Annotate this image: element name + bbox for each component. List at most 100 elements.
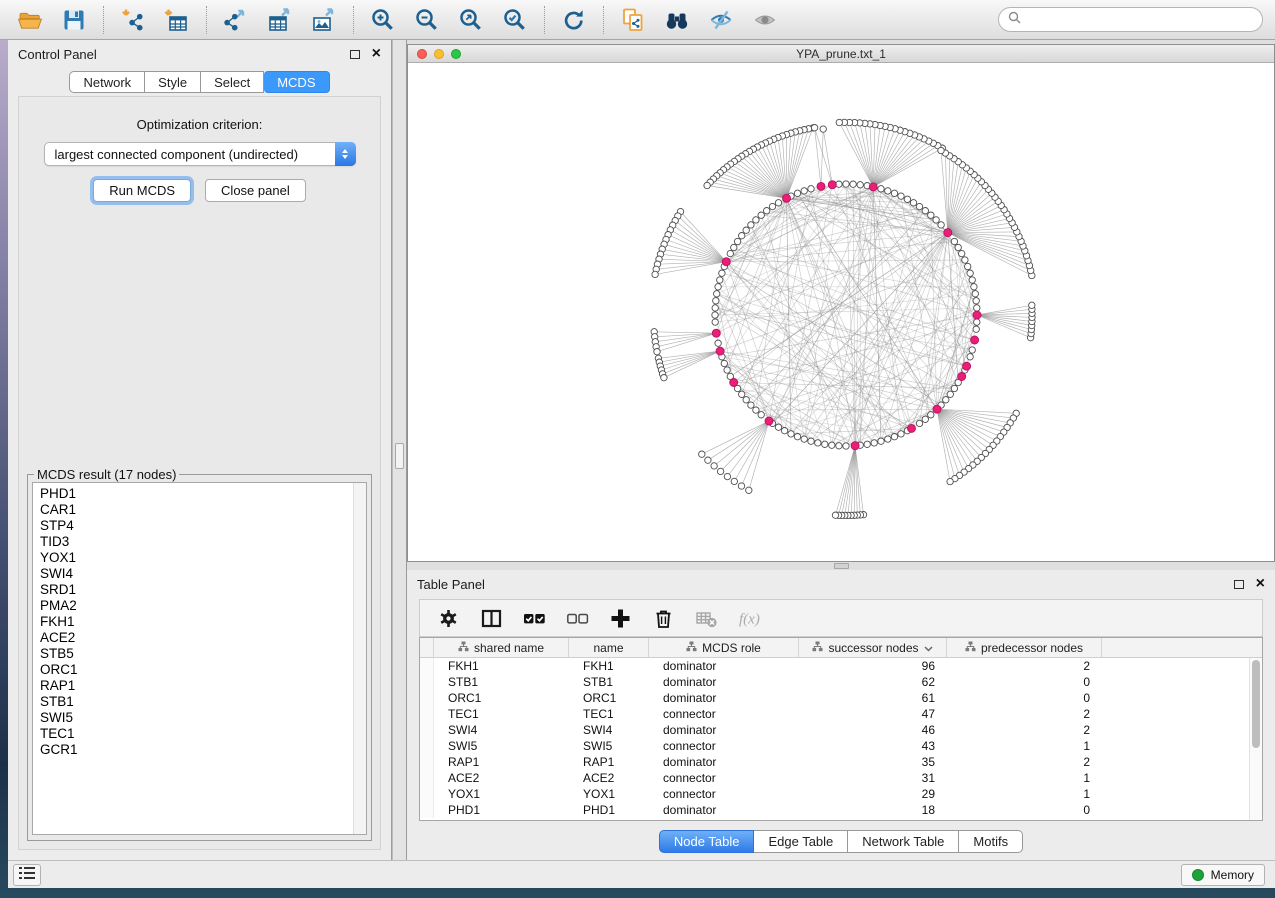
- float-panel-icon[interactable]: [350, 50, 360, 59]
- scrollbar-thumb[interactable]: [1252, 660, 1260, 748]
- table-row[interactable]: TEC1TEC1connector472: [420, 706, 1262, 722]
- export-table-icon[interactable]: [262, 4, 298, 36]
- status-bar: Memory: [8, 860, 1275, 888]
- zoom-selected-icon[interactable]: [497, 4, 533, 36]
- column-header-name[interactable]: name: [569, 638, 649, 657]
- first-neighbors-icon[interactable]: [659, 4, 695, 36]
- mcds-result-item[interactable]: FKH1: [40, 614, 353, 630]
- show-panels-button[interactable]: [13, 864, 41, 886]
- splitter-handle[interactable]: [834, 563, 849, 569]
- cell-successor_nodes: 47: [799, 707, 947, 721]
- column-header-successor-nodes[interactable]: successor nodes: [799, 638, 947, 657]
- tab-network-table[interactable]: Network Table: [848, 830, 959, 853]
- select-all-columns-icon[interactable]: [519, 603, 549, 633]
- clone-network-icon[interactable]: [615, 4, 651, 36]
- mcds-result-item[interactable]: PMA2: [40, 598, 353, 614]
- mcds-result-item[interactable]: TEC1: [40, 726, 353, 742]
- search-box[interactable]: [998, 7, 1263, 32]
- close-window-icon[interactable]: [417, 49, 427, 59]
- splitter-handle[interactable]: [395, 443, 404, 469]
- network-window: YPA_prune.txt_1: [407, 44, 1275, 562]
- create-column-icon[interactable]: [605, 603, 635, 633]
- cell-name: FKH1: [569, 659, 649, 673]
- cell-predecessor_nodes: 0: [947, 675, 1102, 689]
- horizontal-splitter[interactable]: [407, 562, 1275, 570]
- tab-network[interactable]: Network: [69, 71, 145, 93]
- column-header-predecessor-nodes[interactable]: predecessor nodes: [947, 638, 1102, 657]
- cell-successor_nodes: 18: [799, 803, 947, 817]
- column-header-shared-name[interactable]: shared name: [434, 638, 569, 657]
- tab-style[interactable]: Style: [145, 71, 201, 93]
- export-image-icon[interactable]: [306, 4, 342, 36]
- table-row[interactable]: STB1STB1dominator620: [420, 674, 1262, 690]
- float-panel-icon[interactable]: [1234, 580, 1244, 589]
- close-panel-icon[interactable]: ×: [372, 48, 381, 60]
- mcds-result-item[interactable]: SWI4: [40, 566, 353, 582]
- import-network-icon[interactable]: [115, 4, 151, 36]
- criterion-select[interactable]: largest connected component (undirected): [44, 142, 356, 166]
- export-network-icon[interactable]: [218, 4, 254, 36]
- list-icon: [19, 866, 35, 884]
- table-row[interactable]: ACE2ACE2connector311: [420, 770, 1262, 786]
- mcds-result-item[interactable]: CAR1: [40, 502, 353, 518]
- table-row[interactable]: FKH1FKH1dominator962: [420, 658, 1262, 674]
- deselect-all-columns-icon[interactable]: [562, 603, 592, 633]
- save-session-icon[interactable]: [56, 4, 92, 36]
- cell-mcds_role: connector: [649, 771, 799, 785]
- table-row[interactable]: YOX1YOX1connector291: [420, 786, 1262, 802]
- tab-select[interactable]: Select: [201, 71, 264, 93]
- hide-selected-icon[interactable]: [703, 4, 739, 36]
- mcds-result-item[interactable]: PHD1: [40, 486, 353, 502]
- mcds-result-list[interactable]: PHD1CAR1STP4TID3YOX1SWI4SRD1PMA2FKH1ACE2…: [33, 483, 353, 834]
- cell-successor_nodes: 46: [799, 723, 947, 737]
- table-row[interactable]: PHD1PHD1dominator180: [420, 802, 1262, 818]
- show-all-icon[interactable]: [747, 4, 783, 36]
- table-row[interactable]: RAP1RAP1dominator352: [420, 754, 1262, 770]
- mcds-result-item[interactable]: SRD1: [40, 582, 353, 598]
- cell-mcds_role: connector: [649, 739, 799, 753]
- memory-button[interactable]: Memory: [1181, 864, 1265, 886]
- table-row[interactable]: ORC1ORC1dominator610: [420, 690, 1262, 706]
- mcds-result-item[interactable]: RAP1: [40, 678, 353, 694]
- column-settings-icon[interactable]: [433, 603, 463, 633]
- delete-columns-icon[interactable]: [648, 603, 678, 633]
- apply-preferred-layout-icon[interactable]: [556, 4, 592, 36]
- mcds-result-item[interactable]: STB1: [40, 694, 353, 710]
- table-scrollbar[interactable]: [1249, 658, 1262, 820]
- cell-shared_name: YOX1: [434, 787, 569, 801]
- close-panel-icon[interactable]: ×: [1256, 578, 1265, 590]
- tab-motifs[interactable]: Motifs: [959, 830, 1023, 853]
- column-header-MCDS-role[interactable]: MCDS role: [649, 638, 799, 657]
- zoom-in-icon[interactable]: [365, 4, 401, 36]
- mcds-result-item[interactable]: ORC1: [40, 662, 353, 678]
- result-list-scrollbar[interactable]: [353, 483, 366, 834]
- run-mcds-button[interactable]: Run MCDS: [93, 179, 191, 202]
- mcds-result-item[interactable]: YOX1: [40, 550, 353, 566]
- maximize-window-icon[interactable]: [451, 49, 461, 59]
- mcds-result-item[interactable]: STB5: [40, 646, 353, 662]
- minimize-window-icon[interactable]: [434, 49, 444, 59]
- close-panel-button[interactable]: Close panel: [205, 179, 306, 202]
- split-panel-icon[interactable]: [476, 603, 506, 633]
- open-session-icon[interactable]: [12, 4, 48, 36]
- graph-nodes[interactable]: [651, 119, 1035, 518]
- cell-shared_name: TEC1: [434, 707, 569, 721]
- fit-content-icon[interactable]: [453, 4, 489, 36]
- mcds-result-item[interactable]: GCR1: [40, 742, 353, 758]
- mcds-result-item[interactable]: SWI5: [40, 710, 353, 726]
- mcds-result-item[interactable]: TID3: [40, 534, 353, 550]
- vertical-splitter[interactable]: [392, 40, 407, 860]
- mcds-result-item[interactable]: STP4: [40, 518, 353, 534]
- cell-name: YOX1: [569, 787, 649, 801]
- tab-node-table[interactable]: Node Table: [659, 830, 755, 853]
- table-row[interactable]: SWI5SWI5connector431: [420, 738, 1262, 754]
- tab-edge-table[interactable]: Edge Table: [754, 830, 848, 853]
- criterion-value: largest connected component (undirected): [55, 147, 299, 162]
- table-row[interactable]: SWI4SWI4dominator462: [420, 722, 1262, 738]
- tab-mcds[interactable]: MCDS: [264, 71, 329, 93]
- zoom-out-icon[interactable]: [409, 4, 445, 36]
- import-table-icon[interactable]: [159, 4, 195, 36]
- mcds-result-item[interactable]: ACE2: [40, 630, 353, 646]
- network-canvas[interactable]: [408, 63, 1274, 561]
- search-input[interactable]: [1027, 13, 1253, 27]
